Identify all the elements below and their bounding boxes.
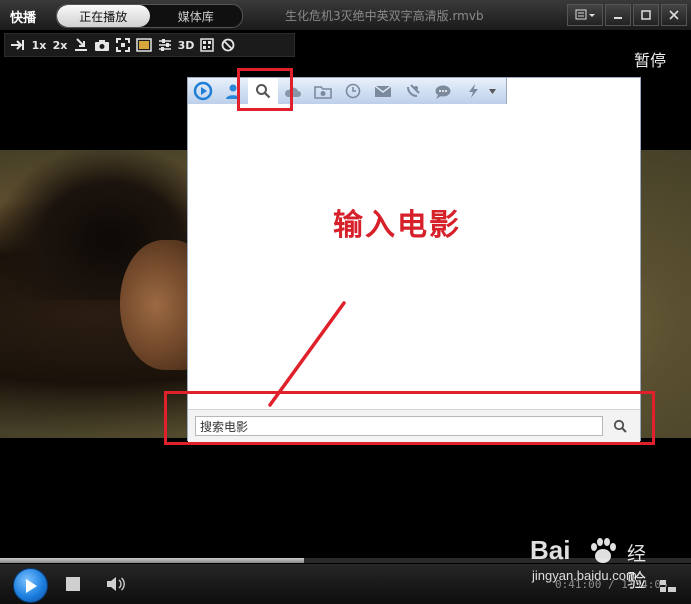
play-icon <box>25 578 37 593</box>
playlist-button[interactable] <box>660 578 676 592</box>
progress-fill <box>0 558 305 563</box>
watermark-url: jingyan.baidu.com <box>532 568 637 583</box>
watermark-brand: Bai <box>530 535 571 565</box>
baidu-jingyan-watermark: Bai 经验 jingyan.baidu.com <box>530 535 660 592</box>
playlist-icon <box>660 580 676 592</box>
play-button[interactable] <box>13 568 48 603</box>
volume-button[interactable] <box>106 575 126 593</box>
annotation-arrow <box>268 301 346 407</box>
watermark-brand-suffix: 经验 <box>627 543 647 592</box>
paw-icon <box>591 538 616 563</box>
volume-icon <box>107 577 125 591</box>
stop-button[interactable] <box>66 577 80 591</box>
